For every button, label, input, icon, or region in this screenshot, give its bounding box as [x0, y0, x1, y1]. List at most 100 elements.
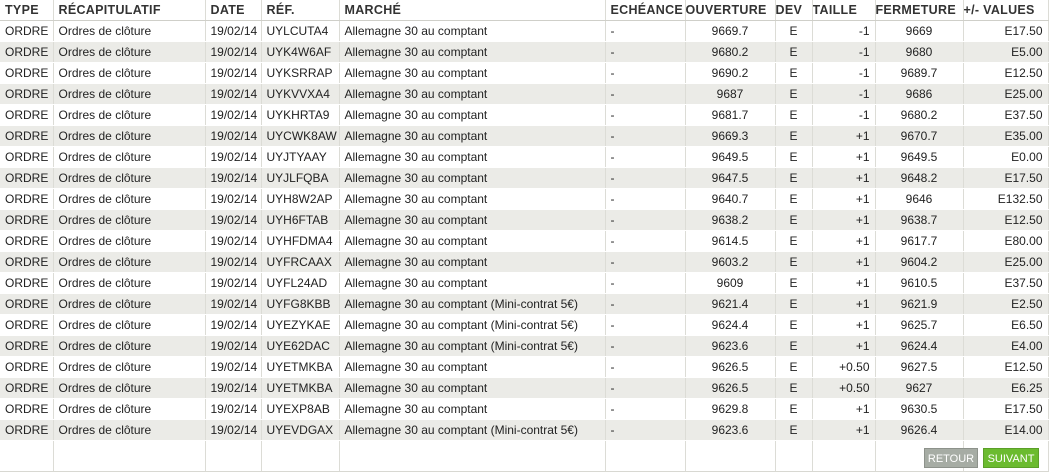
cell-currency: E	[775, 20, 813, 42]
cell-recap: Ordres de clôture	[53, 20, 206, 42]
cell-date: 19/02/14	[205, 125, 262, 147]
cell-date: 19/02/14	[205, 356, 262, 378]
cell-close: 9610.5	[875, 272, 964, 294]
cell-ref: UYHFDMA4	[261, 230, 340, 252]
cell-close: 9624.4	[875, 335, 964, 357]
column-header-pnl[interactable]: +/- VALUES	[963, 0, 1049, 21]
cell-expiry: -	[605, 188, 686, 210]
cell-recap: Ordres de clôture	[53, 104, 206, 126]
cell-size: +1	[812, 230, 876, 252]
cell-close: 9680.2	[875, 104, 964, 126]
cell-recap: Ordres de clôture	[53, 125, 206, 147]
table-row[interactable]: ORDRE Ordres de clôture 19/02/14 UYFL24AD Al…	[0, 272, 1049, 294]
table-row[interactable]: ORDRE Ordres de clôture 19/02/14 UYEXP8AB Al…	[0, 398, 1049, 420]
cell-market: Allemagne 30 au comptant	[339, 167, 606, 189]
table-row[interactable]: ORDRE Ordres de clôture 19/02/14 UYHFDMA4 Al…	[0, 230, 1049, 252]
table-row[interactable]: ORDRE Ordres de clôture 19/02/14 UYJLFQBA Al…	[0, 167, 1049, 189]
column-header-currency[interactable]: DEV	[775, 0, 813, 21]
cell-pnl: E37.50	[963, 104, 1049, 126]
table-row[interactable]: ORDRE Ordres de clôture 19/02/14 UYK4W6AF Al…	[0, 41, 1049, 63]
cell-expiry: -	[605, 251, 686, 273]
cell-close: 9686	[875, 83, 964, 105]
table-row[interactable]: ORDRE Ordres de clôture 19/02/14 UYCWK8AW Al…	[0, 125, 1049, 147]
table-row[interactable]: ORDRE Ordres de clôture 19/02/14 UYEZYKAE Al…	[0, 314, 1049, 336]
empty-cell	[605, 440, 686, 472]
cell-date: 19/02/14	[205, 314, 262, 336]
cell-recap: Ordres de clôture	[53, 41, 206, 63]
cell-close: 9638.7	[875, 209, 964, 231]
cell-market: Allemagne 30 au comptant (Mini-contrat 5…	[339, 293, 606, 315]
next-button[interactable]: SUIVANT	[983, 448, 1039, 468]
column-header-type[interactable]: TYPE	[0, 0, 54, 21]
cell-type: ORDRE	[0, 314, 54, 336]
cell-expiry: -	[605, 146, 686, 168]
cell-ref: UYH6FTAB	[261, 209, 340, 231]
cell-expiry: -	[605, 335, 686, 357]
cell-open: 9638.2	[685, 209, 776, 231]
cell-open: 9640.7	[685, 188, 776, 210]
cell-type: ORDRE	[0, 335, 54, 357]
cell-date: 19/02/14	[205, 293, 262, 315]
cell-ref: UYJLFQBA	[261, 167, 340, 189]
cell-ref: UYLCUTA4	[261, 20, 340, 42]
cell-open: 9669.7	[685, 20, 776, 42]
cell-open: 9649.5	[685, 146, 776, 168]
table-row[interactable]: ORDRE Ordres de clôture 19/02/14 UYH8W2AP Al…	[0, 188, 1049, 210]
column-header-close[interactable]: FERMETURE	[875, 0, 964, 21]
table-row[interactable]: ORDRE Ordres de clôture 19/02/14 UYKHRTA9 Al…	[0, 104, 1049, 126]
back-button[interactable]: RETOUR	[924, 448, 978, 468]
table-row[interactable]: ORDRE Ordres de clôture 19/02/14 UYLCUTA4 Al…	[0, 20, 1049, 42]
cell-date: 19/02/14	[205, 398, 262, 420]
cell-pnl: E17.50	[963, 167, 1049, 189]
cell-size: +0.50	[812, 356, 876, 378]
table-row[interactable]: ORDRE Ordres de clôture 19/02/14 UYFRCAAX Al…	[0, 251, 1049, 273]
cell-ref: UYFG8KBB	[261, 293, 340, 315]
cell-expiry: -	[605, 314, 686, 336]
cell-expiry: -	[605, 20, 686, 42]
table-row[interactable]: ORDRE Ordres de clôture 19/02/14 UYJTYAAY Al…	[0, 146, 1049, 168]
column-header-date[interactable]: DATE	[205, 0, 262, 21]
cell-currency: E	[775, 272, 813, 294]
column-header-expiry[interactable]: ECHÉANCE	[605, 0, 686, 21]
cell-expiry: -	[605, 377, 686, 399]
cell-recap: Ordres de clôture	[53, 377, 206, 399]
table-row[interactable]: ORDRE Ordres de clôture 19/02/14 UYH6FTAB Al…	[0, 209, 1049, 231]
cell-recap: Ordres de clôture	[53, 335, 206, 357]
table-row[interactable]: ORDRE Ordres de clôture 19/02/14 UYKVVXA4 Al…	[0, 83, 1049, 105]
cell-expiry: -	[605, 167, 686, 189]
cell-close: 9649.5	[875, 146, 964, 168]
cell-close: 9625.7	[875, 314, 964, 336]
table-row[interactable]: ORDRE Ordres de clôture 19/02/14 UYKSRRAP Al…	[0, 62, 1049, 84]
column-header-open[interactable]: OUVERTURE	[685, 0, 776, 21]
cell-pnl: E132.50	[963, 188, 1049, 210]
table-row[interactable]: ORDRE Ordres de clôture 19/02/14 UYEVDGAX Al…	[0, 419, 1049, 441]
column-header-ref[interactable]: RÉF.	[261, 0, 340, 21]
cell-type: ORDRE	[0, 146, 54, 168]
cell-recap: Ordres de clôture	[53, 209, 206, 231]
cell-ref: UYE62DAC	[261, 335, 340, 357]
cell-expiry: -	[605, 293, 686, 315]
table-row[interactable]: ORDRE Ordres de clôture 19/02/14 UYETMKBA Al…	[0, 377, 1049, 399]
cell-size: +1	[812, 209, 876, 231]
cell-size: -1	[812, 62, 876, 84]
table-row[interactable]: ORDRE Ordres de clôture 19/02/14 UYFG8KBB Al…	[0, 293, 1049, 315]
table-row[interactable]: ORDRE Ordres de clôture 19/02/14 UYE62DAC Al…	[0, 335, 1049, 357]
cell-expiry: -	[605, 83, 686, 105]
empty-cell	[812, 440, 876, 472]
cell-type: ORDRE	[0, 398, 54, 420]
cell-type: ORDRE	[0, 41, 54, 63]
table-row[interactable]: ORDRE Ordres de clôture 19/02/14 UYETMKBA Al…	[0, 356, 1049, 378]
cell-market: Allemagne 30 au comptant	[339, 356, 606, 378]
cell-pnl: E25.00	[963, 251, 1049, 273]
column-header-market[interactable]: MARCHÉ	[339, 0, 606, 21]
cell-recap: Ordres de clôture	[53, 356, 206, 378]
cell-currency: E	[775, 356, 813, 378]
column-header-recap[interactable]: RÉCAPITULATIF	[53, 0, 206, 21]
column-header-size[interactable]: TAILLE	[812, 0, 876, 21]
cell-currency: E	[775, 41, 813, 63]
cell-market: Allemagne 30 au comptant	[339, 20, 606, 42]
cell-open: 9626.5	[685, 377, 776, 399]
cell-currency: E	[775, 251, 813, 273]
cell-expiry: -	[605, 356, 686, 378]
trade-history-table: TYPE RÉCAPITULATIF DATE RÉF. MARCHÉ ECHÉ…	[0, 0, 1049, 472]
